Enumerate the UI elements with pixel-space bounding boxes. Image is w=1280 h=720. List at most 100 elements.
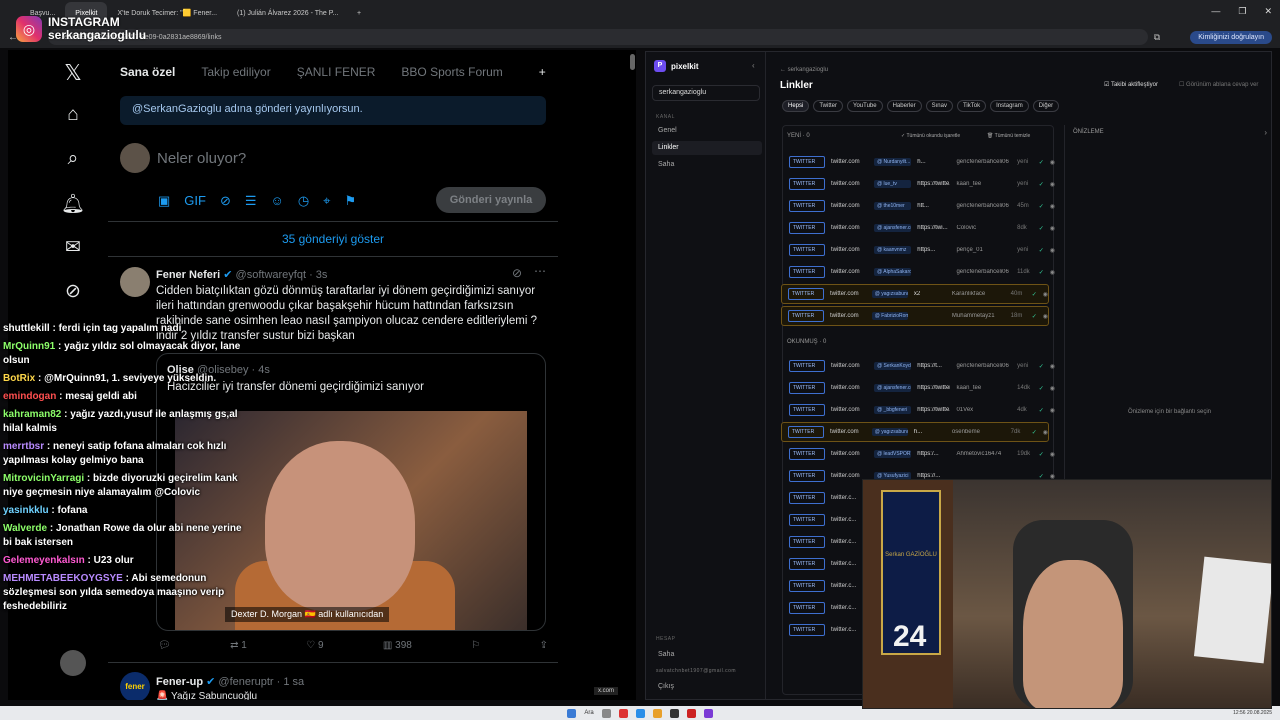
filter-chip[interactable]: Instagram <box>990 100 1029 112</box>
share-icon[interactable]: ⇪ <box>540 640 548 651</box>
browser-icon[interactable] <box>652 708 662 718</box>
view-icon[interactable]: ◉ <box>1050 247 1055 254</box>
link-row[interactable]: TWITTER twitter.com @ leadVSPORTS_TR https:… <box>783 444 1055 464</box>
view-icon[interactable]: ◉ <box>1050 225 1055 232</box>
link-row[interactable]: TWITTER twitter.com @ yagızsabuncuoglu h...… <box>781 422 1049 442</box>
scrollbar[interactable] <box>630 54 635 70</box>
mark-read-icon[interactable]: ✓ <box>1032 429 1037 436</box>
tab-following[interactable]: Takip ediliyor <box>201 65 270 79</box>
app-icon[interactable] <box>601 708 611 718</box>
breadcrumb[interactable]: ← serkangazioglu <box>780 67 828 73</box>
filter-chip[interactable]: Sınav <box>925 100 953 112</box>
view-icon[interactable]: ◉ <box>1043 429 1048 436</box>
messages-icon[interactable]: ✉ <box>60 236 86 262</box>
tab-for-you[interactable]: Sana özel <box>120 65 175 79</box>
more-icon[interactable]: ⋯ <box>534 264 546 278</box>
gif-icon[interactable]: GIF <box>184 193 206 209</box>
view-icon[interactable]: ◉ <box>1050 407 1055 414</box>
mark-read-icon[interactable]: ✓ <box>1032 291 1037 298</box>
view-icon[interactable]: ◉ <box>1050 451 1055 458</box>
logout-button[interactable]: Çıkış <box>652 680 762 694</box>
app-icon[interactable] <box>635 708 645 718</box>
channel-selector[interactable]: serkangazioglu <box>652 85 760 101</box>
taskbar-search[interactable]: Ara <box>584 710 593 716</box>
nav-linkler[interactable]: Linkler <box>652 141 762 155</box>
grok-compose-icon[interactable]: ⊘ <box>220 193 231 209</box>
clear-all-button[interactable]: 🗑︎ Tümünü temizle <box>987 133 1030 139</box>
close-icon[interactable]: ✕ <box>1264 6 1272 17</box>
new-tab-button[interactable]: + <box>347 2 371 24</box>
view-icon[interactable]: ◉ <box>1050 159 1055 166</box>
view-icon[interactable]: ◉ <box>1050 385 1055 392</box>
view-icon[interactable]: ◉ <box>1050 203 1055 210</box>
link-row[interactable]: TWITTER twitter.com @ ajansfener.com https:… <box>783 378 1055 398</box>
filter-chip[interactable]: Hepsi <box>782 100 810 112</box>
app-icon[interactable] <box>703 708 713 718</box>
filter-chip[interactable]: Haberler <box>886 100 922 112</box>
grok-icon[interactable]: ⊘ <box>60 280 86 306</box>
mark-all-read-button[interactable]: ✓ Tümünü okundu işaretle <box>901 133 960 139</box>
mark-read-icon[interactable]: ✓ <box>1039 363 1044 370</box>
collapse-icon[interactable]: ‹ <box>752 61 755 70</box>
view-icon[interactable]: ◉ <box>1050 363 1055 370</box>
mark-read-icon[interactable]: ✓ <box>1039 247 1044 254</box>
app-icon[interactable] <box>686 708 696 718</box>
mark-read-icon[interactable]: ✓ <box>1039 385 1044 392</box>
link-row[interactable]: TWITTER twitter.com @ lue_tv https://twitte… <box>783 174 1055 194</box>
mark-read-icon[interactable]: ✓ <box>1039 159 1044 166</box>
app-icon[interactable] <box>669 708 679 718</box>
tweet2-author[interactable]: Fener-up <box>156 676 203 688</box>
mark-read-icon[interactable]: ✓ <box>1039 203 1044 210</box>
media-icon[interactable]: ▣ <box>158 193 170 209</box>
views-button[interactable]: ▥ 398 <box>383 640 412 651</box>
nav-genel[interactable]: Genel <box>652 124 762 138</box>
filter-chip[interactable]: Twitter <box>813 100 844 112</box>
link-row[interactable]: TWITTER twitter.com @ kaanvnmz https... penç… <box>783 240 1055 260</box>
link-row[interactable]: TWITTER twitter.com @ Nurdanyilt... h... gen… <box>783 152 1055 172</box>
add-tab-icon[interactable]: + <box>539 65 546 79</box>
mark-read-icon[interactable]: ✓ <box>1039 451 1044 458</box>
browser-tab[interactable]: (1) Julián Álvarez 2026 - The P... <box>227 2 347 24</box>
filter-chip[interactable]: Diğer <box>1032 100 1060 112</box>
emoji-icon[interactable]: ☺ <box>271 193 284 209</box>
link-row[interactable]: TWITTER twitter.com @ yagızsabuncuoglu x2 Ka… <box>781 284 1049 304</box>
link-row[interactable]: TWITTER twitter.com @ ajansfener.com https:… <box>783 218 1055 238</box>
filter-chip[interactable]: TikTok <box>956 100 987 112</box>
extensions-icon[interactable]: ⧉ <box>1154 32 1160 43</box>
tweet-author[interactable]: Fener Neferi <box>156 269 220 281</box>
link-row[interactable]: TWITTER twitter.com @ SerkanKoyd https://t.… <box>783 356 1055 376</box>
schedule-icon[interactable]: ◷ <box>298 193 309 209</box>
mark-read-icon[interactable]: ✓ <box>1039 407 1044 414</box>
live-tracking-toggle[interactable]: ☑ Takibi aktifleştiyor <box>1104 81 1158 88</box>
view-icon[interactable]: ◉ <box>1043 313 1048 320</box>
compose-input[interactable]: Neler oluyor? <box>157 150 246 167</box>
mark-read-icon[interactable]: ✓ <box>1039 225 1044 232</box>
poll-icon[interactable]: ☰ <box>245 193 257 209</box>
link-row[interactable]: TWITTER twitter.com @ the10mer htt... gencfe… <box>783 196 1055 216</box>
link-row[interactable]: TWITTER twitter.com @ AlphaSakaronit gencfe… <box>783 262 1055 282</box>
retweet-button[interactable]: ⇄ 1 <box>230 640 247 651</box>
chevron-right-icon[interactable]: › <box>1264 128 1267 137</box>
nav-account-saha[interactable]: Saha <box>652 648 762 662</box>
link-row[interactable]: TWITTER twitter.com @ _bbgfeneri https://tw… <box>783 400 1055 420</box>
view-icon[interactable]: ◉ <box>1050 269 1055 276</box>
profile-avatar[interactable] <box>60 650 86 676</box>
search-icon[interactable]: ⌕ <box>60 148 86 174</box>
tab-sanli-fener[interactable]: ŞANLI FENER <box>297 65 376 79</box>
tweet-avatar[interactable] <box>120 267 150 297</box>
profile-button[interactable]: Kimliğinizi doğrulayın <box>1190 30 1272 44</box>
flag-icon[interactable]: ⚑ <box>344 193 356 209</box>
minimize-icon[interactable]: — <box>1211 6 1220 17</box>
nav-saha[interactable]: Saha <box>652 158 762 172</box>
reply-button[interactable]: 💬︎ <box>158 640 171 651</box>
tab-bbo-sports[interactable]: BBO Sports Forum <box>401 65 502 79</box>
mark-read-icon[interactable]: ✓ <box>1039 181 1044 188</box>
mark-read-icon[interactable]: ✓ <box>1032 313 1037 320</box>
view-icon[interactable]: ◉ <box>1050 181 1055 188</box>
mark-read-icon[interactable]: ✓ <box>1039 269 1044 276</box>
like-button[interactable]: ♡ 9 <box>306 640 323 651</box>
grok-icon[interactable]: ⊘ <box>512 266 522 280</box>
show-more-posts[interactable]: 35 gönderiyi göster <box>108 232 558 246</box>
location-icon[interactable]: ⌖ <box>323 193 330 209</box>
start-icon[interactable] <box>567 708 577 718</box>
